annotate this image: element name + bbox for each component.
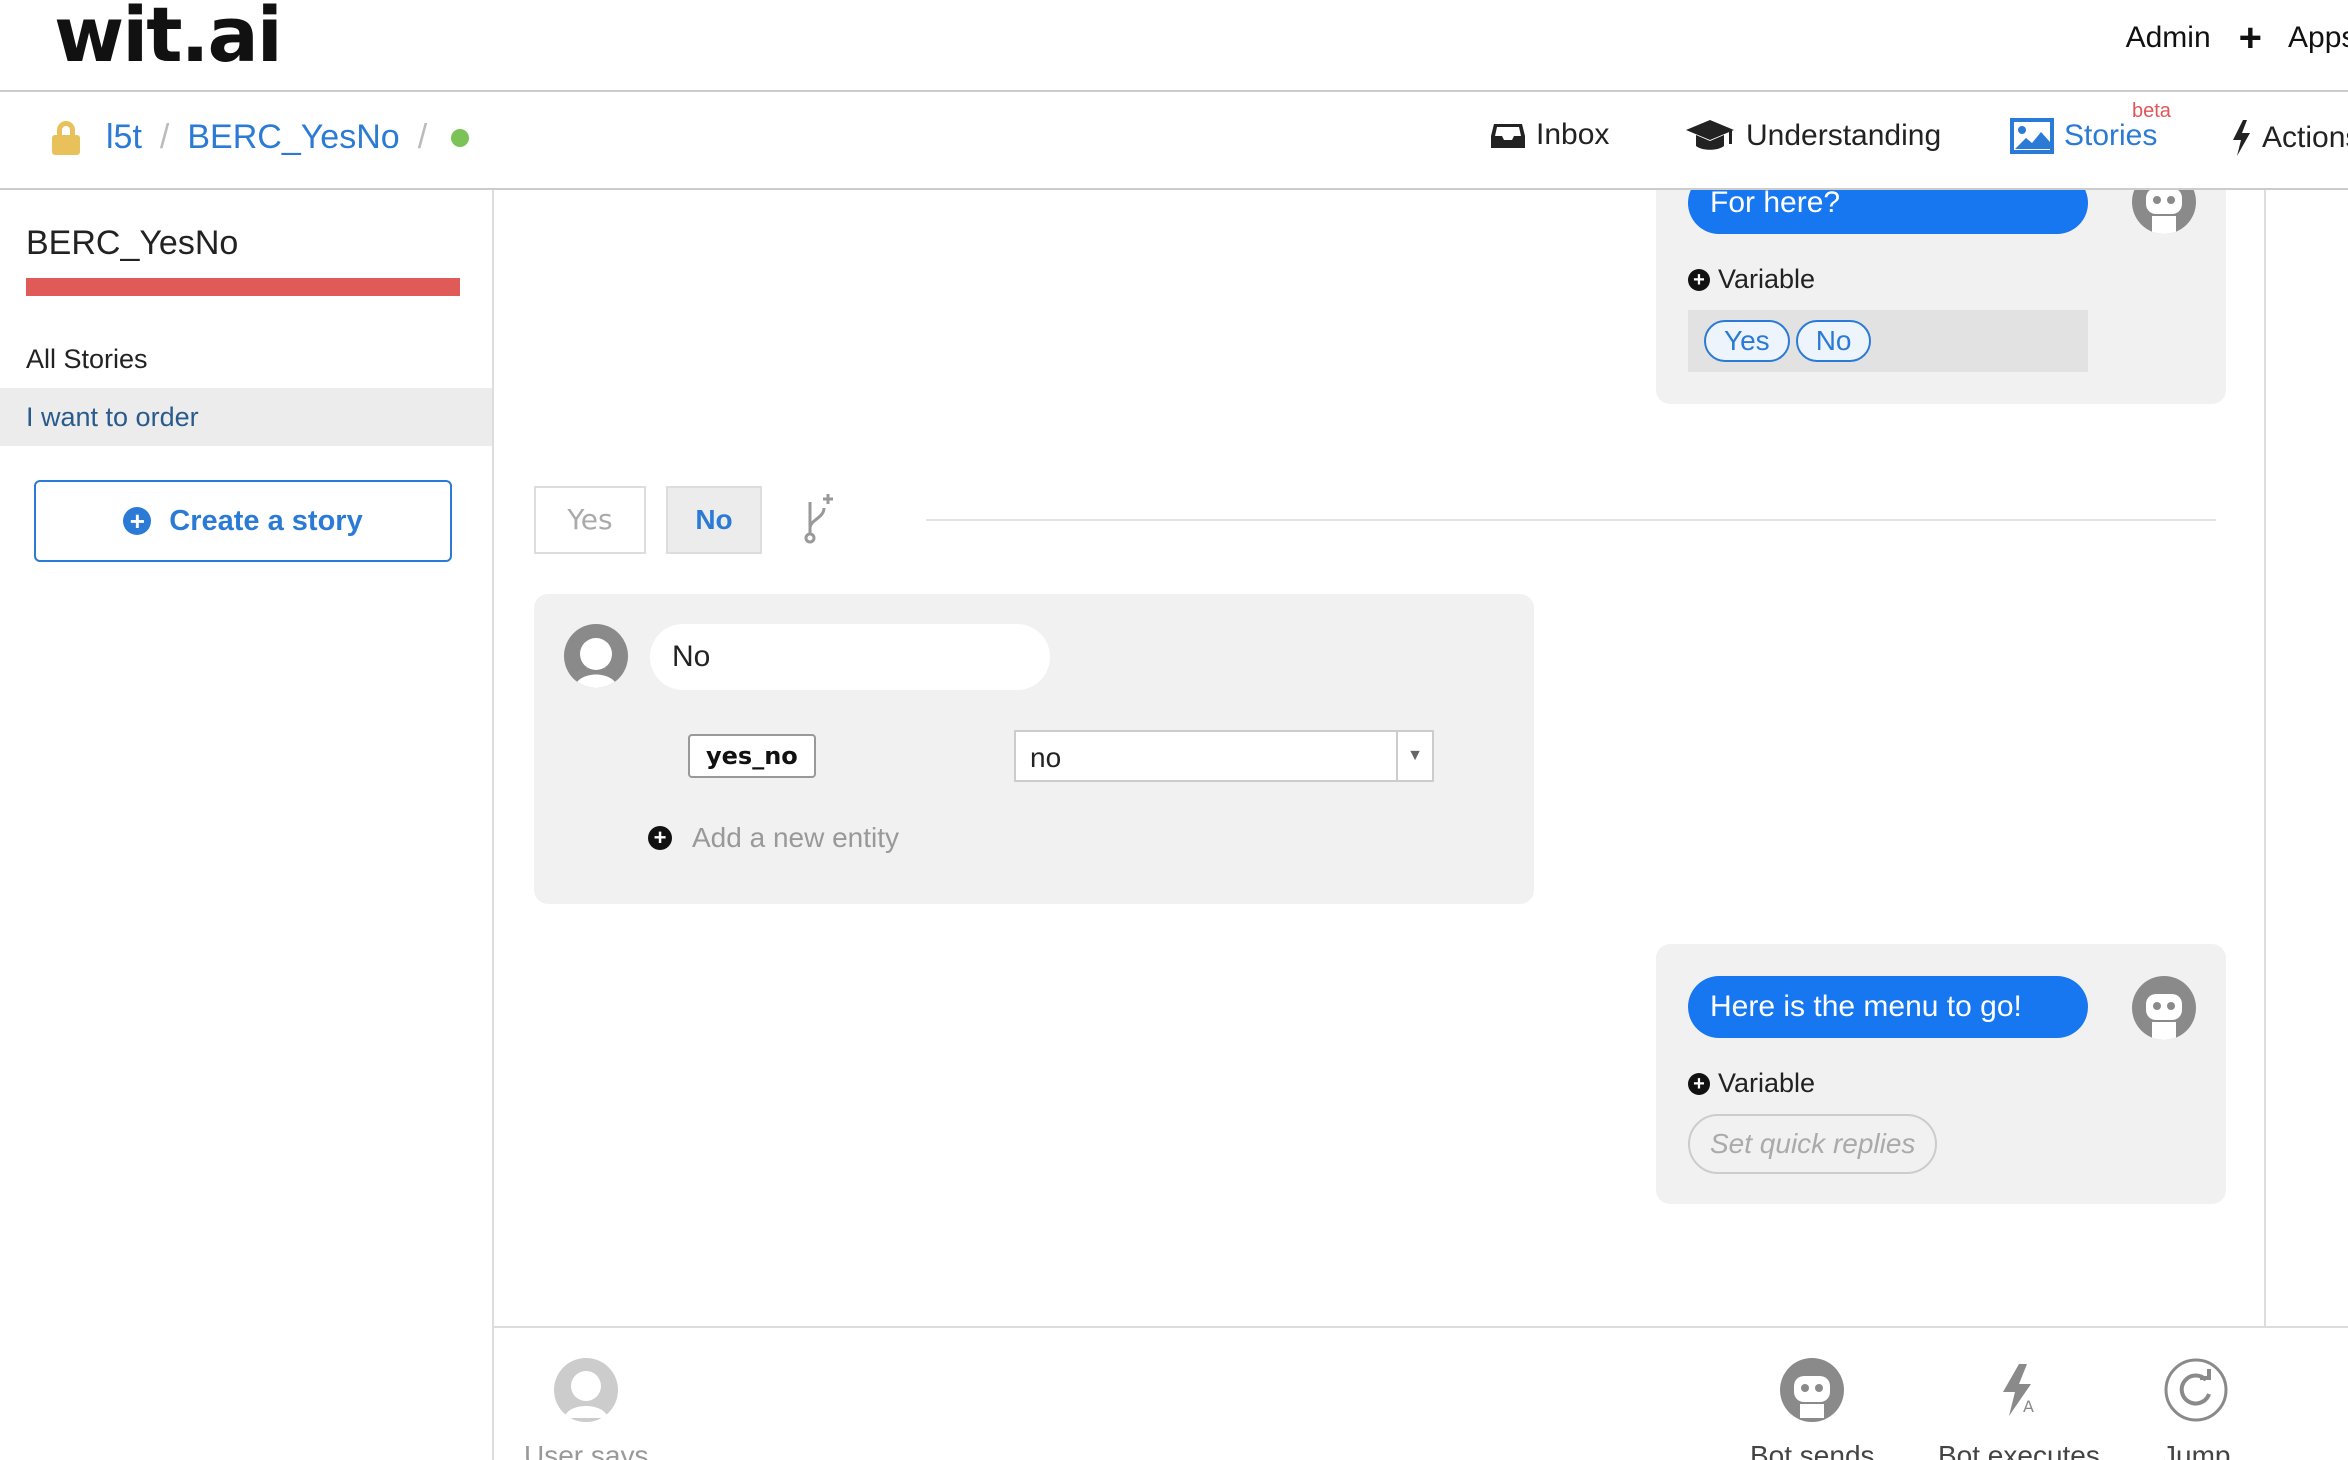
set-quick-replies-input[interactable]: Set quick replies [1688, 1114, 1938, 1174]
user-avatar-icon [554, 1358, 619, 1422]
bot-executes-button[interactable]: A Bot executes [1938, 1358, 2100, 1460]
entity-value-select[interactable]: no ▼ [1014, 730, 1434, 782]
robot-icon [2132, 190, 2196, 234]
redo-arrow-icon [2164, 1358, 2228, 1422]
nav-understanding[interactable]: Understanding [1684, 118, 1941, 154]
bot-executes-label: Bot executes [1938, 1440, 2100, 1460]
bot-sends-button[interactable]: Bot sends [1750, 1358, 1875, 1460]
breadcrumb-separator: / [159, 118, 170, 156]
robot-icon [1780, 1358, 1845, 1422]
nav-actions-label: Actions [2262, 121, 2348, 154]
nav-stories-label: Stories [2064, 119, 2158, 152]
user-avatar-icon [564, 624, 628, 688]
jump-button[interactable]: Jump [2162, 1358, 2230, 1460]
status-dot [451, 128, 470, 147]
variable-label: Variable [1718, 264, 1816, 294]
graduation-cap-icon [1686, 120, 1734, 150]
user-message-input[interactable]: No [650, 624, 1050, 690]
user-turn-card: No yes_no no ▼ + Add a new entity [534, 594, 1534, 904]
plus-circle-icon: + [1688, 268, 1710, 291]
quick-reply-pill[interactable]: Yes [1704, 320, 1790, 362]
bot-sends-label: Bot sends [1750, 1440, 1875, 1460]
lightning-icon: A [1987, 1358, 2051, 1422]
create-story-button[interactable]: + Create a story [34, 480, 452, 562]
add-variable-button[interactable]: + Variable [1688, 1068, 1815, 1099]
apps-link[interactable]: Apps [2288, 21, 2348, 55]
add-entity-button[interactable]: + Add a new entity [648, 822, 899, 854]
breadcrumb-separator: / [417, 118, 428, 156]
stories-sidebar: BERC_YesNo All Stories I want to order +… [0, 190, 494, 1460]
user-says-button[interactable]: User says [524, 1358, 648, 1460]
image-icon [2010, 118, 2054, 154]
robot-icon [2132, 976, 2196, 1040]
branch-row: Yes No [534, 486, 2264, 554]
wit-ai-logo[interactable]: wit.ai [54, 0, 283, 79]
breadcrumb: l5t / BERC_YesNo / [52, 118, 470, 157]
all-stories-heading[interactable]: All Stories [26, 344, 148, 375]
story-editor: For here? + Variable Yes No Yes No No ye… [494, 190, 2266, 1326]
plus-circle-icon: + [648, 826, 672, 850]
quick-reply-pill[interactable]: No [1795, 320, 1872, 362]
breadcrumb-user[interactable]: l5t [106, 118, 142, 157]
dropdown-arrow-icon[interactable]: ▼ [1396, 732, 1432, 780]
app-title: BERC_YesNo [26, 224, 239, 262]
user-says-label: User says [524, 1440, 649, 1460]
lock-icon [52, 120, 80, 155]
nav-inbox-label: Inbox [1536, 118, 1610, 151]
branch-tab-no[interactable]: No [666, 486, 762, 554]
variable-label: Variable [1718, 1068, 1816, 1098]
create-story-label: Create a story [169, 504, 363, 537]
bot-turn-card: Here is the menu to go! + Variable Set q… [1656, 944, 2226, 1204]
svg-text:A: A [2023, 1397, 2034, 1416]
nav-inbox[interactable]: Inbox [1490, 118, 1609, 152]
jump-label: Jump [2162, 1440, 2231, 1460]
add-variable-button[interactable]: + Variable [1688, 264, 1815, 295]
inbox-icon [1491, 124, 1525, 148]
plus-circle-icon: + [1688, 1072, 1710, 1095]
lightning-icon [2233, 120, 2250, 156]
top-header: wit.ai Admin + Apps [0, 0, 2348, 92]
branch-tab-yes[interactable]: Yes [534, 486, 646, 554]
app-nav-bar: l5t / BERC_YesNo / Inbox Understanding b… [0, 92, 2348, 190]
add-app-icon[interactable]: + [2239, 18, 2262, 58]
plus-circle-icon: + [123, 507, 152, 535]
story-item[interactable]: I want to order [0, 388, 492, 446]
top-right-menu: Admin + Apps [2126, 18, 2348, 58]
entity-name-tag[interactable]: yes_no [688, 734, 816, 778]
branch-divider [926, 519, 2216, 521]
entity-value: no [1030, 742, 1062, 773]
add-entity-label: Add a new entity [692, 822, 900, 853]
bot-message-bubble[interactable]: Here is the menu to go! [1688, 976, 2088, 1038]
breadcrumb-app[interactable]: BERC_YesNo [187, 118, 399, 157]
nav-stories[interactable]: Stories [2010, 118, 2157, 154]
turn-toolbar: User says Bot sends A Bot executes Jump [494, 1326, 2348, 1460]
nav-actions[interactable]: Actions [2230, 118, 2348, 158]
bot-turn-card: For here? + Variable Yes No [1656, 190, 2226, 404]
app-color-bar [26, 278, 460, 296]
bot-message-bubble[interactable]: For here? [1688, 190, 2088, 234]
quick-replies-box: Yes No [1688, 310, 2088, 372]
branch-add-icon[interactable] [798, 492, 838, 544]
nav-understanding-label: Understanding [1746, 119, 1942, 152]
admin-link[interactable]: Admin [2126, 21, 2211, 55]
